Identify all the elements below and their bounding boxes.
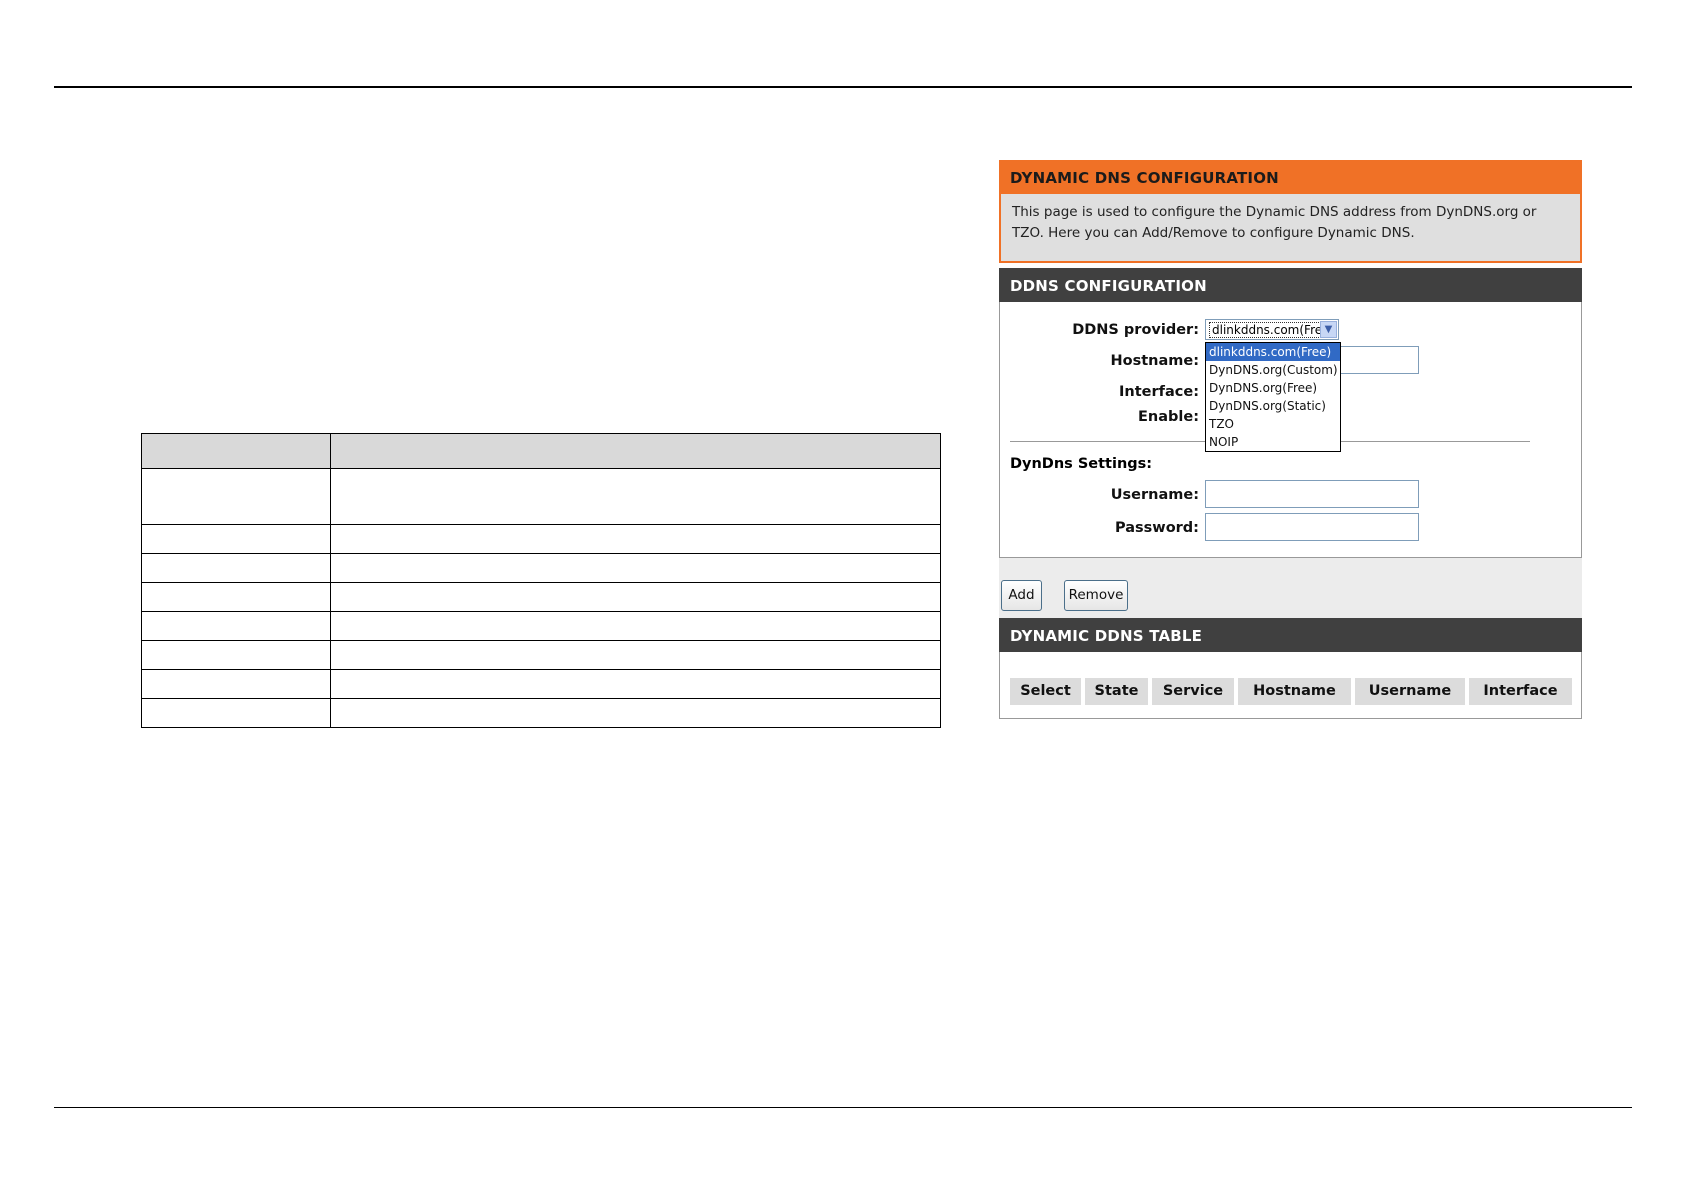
- hostname-label: Hostname:: [1110, 353, 1199, 369]
- description-header-cell: [330, 433, 941, 469]
- column-header-service: Service: [1152, 678, 1234, 705]
- parameter-row: [141, 468, 941, 525]
- ddns-screenshot-panel: DYNAMIC DNS CONFIGURATION This page is u…: [999, 160, 1582, 719]
- chevron-down-icon[interactable]: ▼: [1320, 321, 1337, 338]
- column-header-username: Username: [1355, 678, 1465, 705]
- dyndns-settings-label: DynDns Settings:: [1010, 456, 1153, 472]
- manual-page: DYNAMIC DNS CONFIGURATION This page is u…: [0, 0, 1684, 1191]
- ddns-provider-dropdown: dlinkddns.com(Free) DynDNS.org(Custom) D…: [1205, 342, 1341, 452]
- provider-option-noip[interactable]: NOIP: [1206, 433, 1340, 451]
- parameter-row: [141, 611, 941, 641]
- provider-option-tzo[interactable]: TZO: [1206, 415, 1340, 433]
- provider-option-dlinkddns[interactable]: dlinkddns.com(Free): [1206, 343, 1340, 361]
- header-rule: [54, 86, 1632, 88]
- remove-button[interactable]: Remove: [1064, 580, 1128, 611]
- password-input[interactable]: [1205, 513, 1419, 541]
- footer-rule: [54, 1107, 1632, 1108]
- parameter-header-cell: [141, 433, 331, 469]
- page-title: DYNAMIC DNS CONFIGURATION: [999, 160, 1582, 194]
- ddns-provider-value: dlinkddns.com(Free): [1209, 322, 1338, 338]
- ddns-config-header: DDNS CONFIGURATION: [999, 268, 1582, 302]
- ddns-table-header: DYNAMIC DDNS TABLE: [999, 618, 1582, 652]
- parameter-table-header: [141, 433, 941, 469]
- provider-option-dyndns-free[interactable]: DynDNS.org(Free): [1206, 379, 1340, 397]
- parameter-row: [141, 553, 941, 583]
- parameter-row: [141, 698, 941, 728]
- enable-label: Enable:: [1138, 409, 1199, 425]
- parameter-row: [141, 582, 941, 612]
- ddns-provider-select[interactable]: dlinkddns.com(Free) ▼: [1205, 319, 1339, 340]
- parameter-table: [141, 433, 941, 728]
- parameter-row: [141, 640, 941, 670]
- column-header-state: State: [1085, 678, 1148, 705]
- password-label: Password:: [1115, 520, 1199, 536]
- parameter-row: [141, 669, 941, 699]
- interface-label: Interface:: [1119, 384, 1199, 400]
- column-header-interface: Interface: [1469, 678, 1572, 705]
- provider-option-dyndns-static[interactable]: DynDNS.org(Static): [1206, 397, 1340, 415]
- parameter-row: [141, 524, 941, 554]
- ddns-provider-label: DDNS provider:: [1072, 322, 1199, 338]
- provider-option-dyndns-custom[interactable]: DynDNS.org(Custom): [1206, 361, 1340, 379]
- username-input[interactable]: [1205, 480, 1419, 508]
- column-header-hostname: Hostname: [1238, 678, 1351, 705]
- column-header-select: Select: [1010, 678, 1081, 705]
- page-description: This page is used to configure the Dynam…: [999, 194, 1582, 263]
- ddns-table: Select State Service Hostname Username I…: [1010, 678, 1572, 705]
- add-button[interactable]: Add: [1001, 580, 1042, 611]
- username-label: Username:: [1110, 487, 1199, 503]
